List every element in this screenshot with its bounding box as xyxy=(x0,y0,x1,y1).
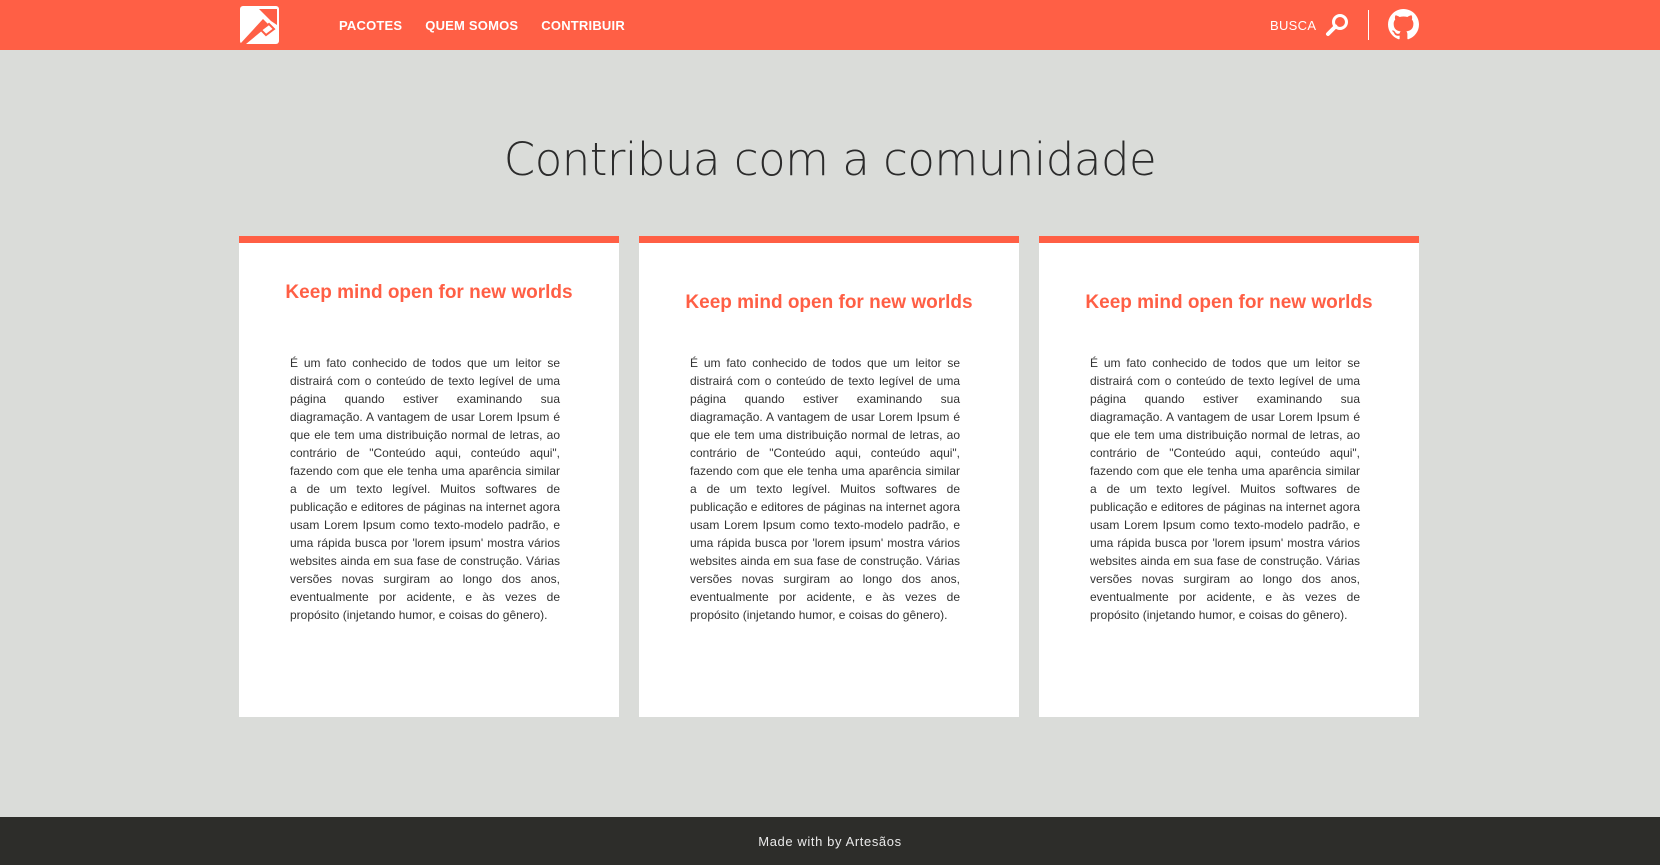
card-title: Keep mind open for new worlds xyxy=(1085,292,1373,313)
page-title: Contribua com a comunidade xyxy=(503,133,1157,186)
search-icon xyxy=(1326,14,1349,36)
github-icon xyxy=(1388,9,1419,40)
main-nav: PACOTES QUEM SOMOS CONTRIBUIR xyxy=(339,0,625,50)
card-title: Keep mind open for new worlds xyxy=(685,292,973,313)
nav-link-quem-somos[interactable]: QUEM SOMOS xyxy=(425,18,518,33)
card-text: É um fato conhecido de todos que um leit… xyxy=(290,356,560,622)
contribution-card: Keep mind open for new worlds É um fato … xyxy=(639,236,1019,717)
logo-icon xyxy=(240,6,279,44)
card-text: É um fato conhecido de todos que um leit… xyxy=(1090,356,1360,622)
card-title: Keep mind open for new worlds xyxy=(285,282,573,303)
header-divider xyxy=(1368,10,1369,40)
nav-link-contribuir[interactable]: CONTRIBUIR xyxy=(541,18,625,33)
card-text: É um fato conhecido de todos que um leit… xyxy=(690,356,960,622)
footer-credit: Made with by Artesãos xyxy=(758,833,902,849)
footer: Made with by Artesãos xyxy=(0,817,1660,865)
nav-link-pacotes[interactable]: PACOTES xyxy=(339,18,402,33)
contribution-card: Keep mind open for new worlds É um fato … xyxy=(239,236,619,717)
contribution-card: Keep mind open for new worlds É um fato … xyxy=(1039,236,1419,717)
top-navigation-bar: PACOTES QUEM SOMOS CONTRIBUIR BUSCA xyxy=(0,0,1660,50)
search-label: BUSCA xyxy=(1270,17,1317,33)
search-button[interactable]: BUSCA xyxy=(1270,0,1350,50)
